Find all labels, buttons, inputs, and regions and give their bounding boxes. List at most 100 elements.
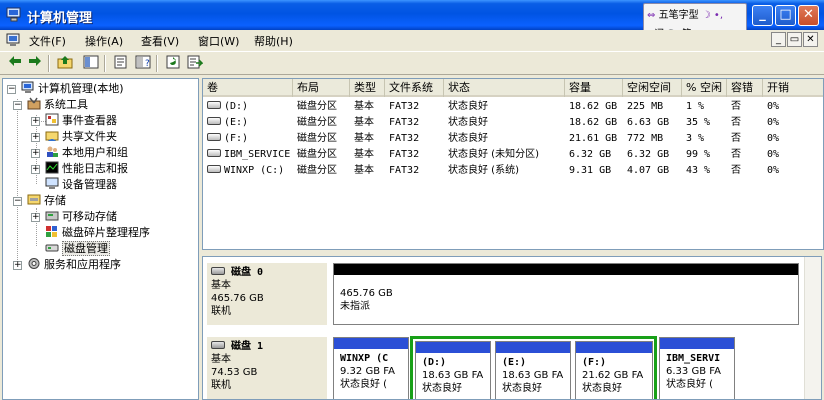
table-row[interactable]: IBM_SERVICE 磁盘分区 基本 FAT32 状态良好 (未知分区) 6.… xyxy=(203,146,823,163)
ime-name[interactable]: 五笔字型 xyxy=(659,10,699,21)
tree-root[interactable]: − 计算机管理(本地) xyxy=(7,81,124,97)
console-tree[interactable]: − 计算机管理(本地) − 系统工具 + 事件查看器 + 共享文件夹 + 本地用… xyxy=(2,78,199,400)
column-header-overhead[interactable]: 开销 xyxy=(763,79,823,97)
up-level-icon[interactable] xyxy=(56,55,74,72)
ime-punctuation-icon[interactable]: •, xyxy=(714,10,723,21)
collapse-icon[interactable]: − xyxy=(13,197,22,206)
svg-text:?: ? xyxy=(145,59,150,69)
close-button[interactable]: ✕ xyxy=(798,5,819,26)
table-row[interactable]: (E:) 磁盘分区 基本 FAT32 状态良好 18.62 GB 6.63 GB… xyxy=(203,114,823,131)
expand-icon[interactable]: + xyxy=(31,213,40,222)
partition-f[interactable]: (F:) 21.62 GB FA 状态良好 xyxy=(575,341,653,399)
volume-list-header: 卷 布局 类型 文件系统 状态 容量 空闲空间 % 空闲 容错 开销 xyxy=(203,79,823,97)
tree-item-disk-management[interactable]: 磁盘管理 xyxy=(31,241,110,257)
help-icon[interactable]: ? xyxy=(134,55,152,72)
column-header-percent-free[interactable]: % 空闲 xyxy=(682,79,727,97)
disk-0-label[interactable]: 磁盘 0 基本 465.76 GB 联机 xyxy=(207,263,327,325)
disk-graphical-view[interactable]: 磁盘 0 基本 465.76 GB 联机 465.76 GB 未指派 磁盘 1 … xyxy=(202,256,822,400)
disk-icon xyxy=(211,341,225,349)
toolbar-separator xyxy=(104,55,106,72)
minimize-button[interactable]: _ xyxy=(752,5,773,26)
computer-icon xyxy=(21,81,34,93)
tree-item-storage[interactable]: − 存储 xyxy=(13,193,66,209)
volume-icon xyxy=(207,117,221,125)
menu-help[interactable]: 帮助(H) xyxy=(254,33,293,49)
menu-bar: 文件(F) 操作(A) 查看(V) 窗口(W) 帮助(H) _ ▭ ✕ xyxy=(0,30,824,50)
export-list-icon[interactable] xyxy=(186,55,204,72)
mdi-minimize-button[interactable]: _ xyxy=(771,32,786,47)
volume-icon xyxy=(207,133,221,141)
forward-arrow-icon[interactable] xyxy=(26,55,44,72)
tree-item-defragmenter[interactable]: 磁盘碎片整理程序 xyxy=(31,225,150,241)
column-header-type[interactable]: 类型 xyxy=(350,79,385,97)
volume-icon xyxy=(207,101,221,109)
window-title: 计算机管理 xyxy=(27,11,93,26)
tree-item-local-users[interactable]: + 本地用户和组 xyxy=(31,145,128,161)
computer-management-icon xyxy=(6,7,21,22)
volume-icon xyxy=(207,165,221,173)
event-viewer-icon xyxy=(45,113,59,126)
tree-item-performance-logs[interactable]: + 性能日志和报 xyxy=(31,161,128,177)
column-header-layout[interactable]: 布局 xyxy=(293,79,350,97)
menu-action[interactable]: 操作(A) xyxy=(85,33,123,49)
unallocated-bar xyxy=(334,264,798,275)
ime-halfwidth-icon[interactable]: ☽ xyxy=(702,10,711,21)
expand-icon[interactable]: + xyxy=(31,133,40,142)
menu-file[interactable]: 文件(F) xyxy=(29,33,66,49)
tree-item-removable-storage[interactable]: + 可移动存储 xyxy=(31,209,117,225)
column-header-filesystem[interactable]: 文件系统 xyxy=(385,79,444,97)
services-icon xyxy=(28,258,40,269)
expand-icon[interactable]: + xyxy=(31,117,40,126)
ime-switch-icon[interactable]: ⇔ xyxy=(647,10,655,21)
disk-management-icon xyxy=(45,244,59,252)
column-header-fault-tolerance[interactable]: 容错 xyxy=(727,79,763,97)
shared-folder-icon xyxy=(45,131,59,141)
vertical-scrollbar[interactable] xyxy=(804,257,821,399)
partition-winxp-c[interactable]: WINXP (C 9.32 GB FA 状态良好 ( xyxy=(333,337,409,399)
maximize-button[interactable]: □ xyxy=(775,5,796,26)
storage-icon xyxy=(27,194,41,205)
menu-view[interactable]: 查看(V) xyxy=(141,33,179,49)
tools-icon xyxy=(27,97,41,110)
column-header-free-space[interactable]: 空闲空间 xyxy=(623,79,682,97)
column-header-status[interactable]: 状态 xyxy=(444,79,565,97)
partition-d[interactable]: (D:) 18.63 GB FA 状态良好 xyxy=(415,341,491,399)
users-icon xyxy=(47,146,58,157)
mdi-restore-button[interactable]: ▭ xyxy=(787,32,802,47)
volume-icon xyxy=(207,149,221,157)
tree-item-event-viewer[interactable]: + 事件查看器 xyxy=(31,113,117,129)
properties-icon[interactable] xyxy=(112,55,130,72)
toolbar: ? xyxy=(0,51,824,75)
menu-window[interactable]: 窗口(W) xyxy=(198,33,239,49)
performance-icon xyxy=(45,161,59,174)
mmc-console-icon[interactable] xyxy=(6,33,21,47)
disk-1-label[interactable]: 磁盘 1 基本 74.53 GB 联机 xyxy=(207,337,327,399)
column-header-volume[interactable]: 卷 xyxy=(203,79,293,97)
toolbar-separator xyxy=(156,55,158,72)
toolbar-separator xyxy=(48,55,50,72)
collapse-icon[interactable]: − xyxy=(7,85,16,94)
tree-item-shared-folders[interactable]: + 共享文件夹 xyxy=(31,129,117,145)
refresh-icon[interactable] xyxy=(164,55,182,72)
collapse-icon[interactable]: − xyxy=(13,101,22,110)
expand-icon[interactable]: + xyxy=(31,165,40,174)
tree-item-system-tools[interactable]: − 系统工具 xyxy=(13,97,88,113)
tree-connector xyxy=(17,99,18,264)
partition-ibm-service[interactable]: IBM_SERVI 6.33 GB FA 状态良好 ( xyxy=(659,337,735,399)
expand-icon[interactable]: + xyxy=(31,149,40,158)
table-row[interactable]: (D:) 磁盘分区 基本 FAT32 状态良好 18.62 GB 225 MB … xyxy=(203,98,823,115)
column-header-capacity[interactable]: 容量 xyxy=(565,79,623,97)
tree-item-services-apps[interactable]: + 服务和应用程序 xyxy=(13,257,121,273)
table-row[interactable]: (F:) 磁盘分区 基本 FAT32 状态良好 21.61 GB 772 MB … xyxy=(203,130,823,147)
table-row[interactable]: WINXP (C:) 磁盘分区 基本 FAT32 状态良好 (系统) 9.31 … xyxy=(203,162,823,179)
partition-e[interactable]: (E:) 18.63 GB FA 状态良好 xyxy=(495,341,571,399)
volume-list[interactable]: 卷 布局 类型 文件系统 状态 容量 空闲空间 % 空闲 容错 开销 (D:) … xyxy=(202,78,824,250)
back-arrow-icon[interactable] xyxy=(6,55,24,72)
defragmenter-icon xyxy=(46,226,57,237)
mdi-close-button[interactable]: ✕ xyxy=(803,32,818,47)
partition-unallocated[interactable]: 465.76 GB 未指派 xyxy=(333,263,799,325)
tree-item-device-manager[interactable]: 设备管理器 xyxy=(31,177,117,193)
tree-root-label: 计算机管理(本地) xyxy=(38,82,124,95)
show-tree-icon[interactable] xyxy=(82,55,100,72)
expand-icon[interactable]: + xyxy=(13,261,22,270)
